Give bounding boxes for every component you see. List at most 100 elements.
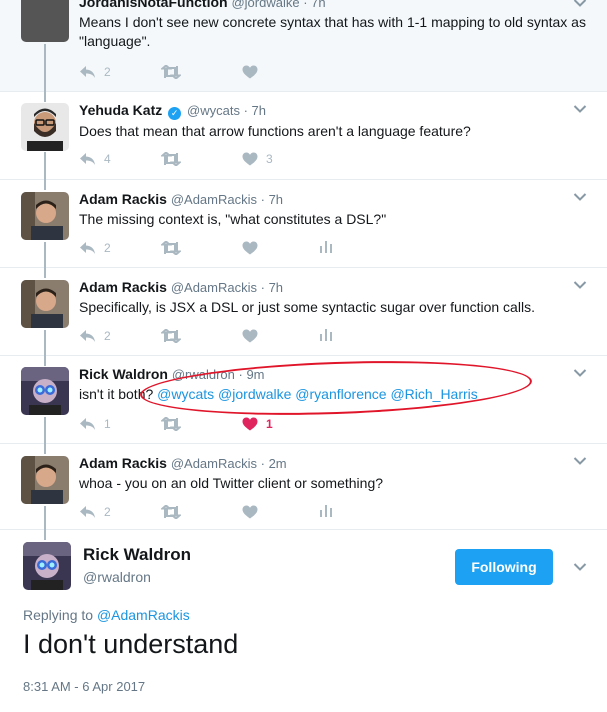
- avatar[interactable]: [21, 103, 69, 151]
- author-handle[interactable]: @rwaldron: [83, 569, 151, 585]
- reply-count: 1: [104, 417, 111, 431]
- replying-to-link[interactable]: @AdamRackis: [97, 607, 190, 623]
- reply-icon: [80, 153, 95, 165]
- tweet-text: Means I don't see new concrete syntax th…: [79, 14, 586, 49]
- author-name[interactable]: Adam Rackis: [79, 191, 167, 207]
- chevron-down-icon[interactable]: [573, 104, 587, 114]
- main-tweet: Rick Waldron @rwaldron Following Replyin…: [0, 530, 607, 712]
- like-button[interactable]: [242, 65, 258, 79]
- reply-count: 2: [104, 505, 111, 519]
- like-button[interactable]: [242, 241, 258, 255]
- analytics-button[interactable]: [320, 329, 332, 341]
- analytics-icon: [320, 329, 332, 341]
- retweet-button[interactable]: [161, 417, 181, 431]
- replying-to-label: Replying to: [23, 607, 97, 623]
- like-button[interactable]: 3: [242, 152, 273, 166]
- reply-button[interactable]: 2: [79, 241, 111, 255]
- tweet-time[interactable]: 2m: [269, 456, 287, 471]
- separator: ·: [257, 192, 269, 207]
- retweet-icon: [161, 241, 181, 255]
- separator: ·: [257, 456, 269, 471]
- like-button[interactable]: 1: [242, 417, 273, 431]
- tweet-text: Specifically, is JSX a DSL or just some …: [79, 299, 535, 315]
- tweet-text: Does that mean that arrow functions aren…: [79, 123, 471, 139]
- tweet-time[interactable]: 7h: [311, 0, 325, 10]
- tweet-header: Adam Rackis @AdamRackis · 2m: [79, 455, 287, 471]
- tweet-text: isn't it both? @wycats @jordwalke @ryanf…: [79, 385, 589, 404]
- author-handle[interactable]: @AdamRackis: [171, 280, 257, 295]
- tweet-header: JordanIsNotaFunction @jordwalke · 7h: [79, 0, 326, 10]
- author-name[interactable]: Rick Waldron: [83, 545, 191, 565]
- like-button[interactable]: [242, 329, 258, 343]
- analytics-button[interactable]: [320, 505, 332, 517]
- tweet[interactable]: Adam Rackis @AdamRackis · 7h The missing…: [0, 180, 607, 268]
- author-name[interactable]: Rick Waldron: [79, 366, 168, 382]
- tweet-timestamp[interactable]: 8:31 AM - 6 Apr 2017: [23, 679, 145, 694]
- avatar[interactable]: [21, 280, 69, 328]
- mention-links[interactable]: @wycats @jordwalke @ryanflorence @Rich_H…: [157, 386, 478, 402]
- reply-button[interactable]: 2: [79, 65, 111, 79]
- avatar[interactable]: [21, 0, 69, 42]
- reply-button[interactable]: 2: [79, 329, 111, 343]
- chevron-down-icon[interactable]: [573, 456, 587, 466]
- author-name[interactable]: Adam Rackis: [79, 455, 167, 471]
- tweet-time[interactable]: 7h: [269, 280, 283, 295]
- author-handle[interactable]: @rwaldron: [172, 367, 235, 382]
- separator: ·: [239, 103, 252, 118]
- tweet-text: The missing context is, "what constitute…: [79, 211, 387, 227]
- heart-icon: [242, 241, 258, 255]
- replying-to: Replying to @AdamRackis: [23, 607, 190, 623]
- tweet-header: Adam Rackis @AdamRackis · 7h: [79, 191, 283, 207]
- separator: ·: [299, 0, 312, 10]
- chevron-down-icon[interactable]: [573, 368, 587, 378]
- thread-line: [44, 242, 46, 278]
- author-handle[interactable]: @wycats: [187, 103, 240, 118]
- thread-line: [44, 152, 46, 190]
- retweet-button[interactable]: [161, 65, 181, 79]
- retweet-button[interactable]: [161, 505, 181, 519]
- tweet-time[interactable]: 7h: [252, 103, 266, 118]
- avatar[interactable]: [21, 192, 69, 240]
- author-name[interactable]: Yehuda Katz: [79, 102, 162, 118]
- retweet-button[interactable]: [161, 329, 181, 343]
- heart-icon: [242, 65, 258, 79]
- tweet[interactable]: JordanIsNotaFunction @jordwalke · 7h Mea…: [0, 0, 607, 92]
- analytics-button[interactable]: [320, 241, 332, 253]
- reply-icon: [80, 418, 95, 430]
- tweet[interactable]: Adam Rackis @AdamRackis · 2m whoa - you …: [0, 444, 607, 530]
- chevron-down-icon[interactable]: [573, 0, 587, 8]
- author-handle[interactable]: @AdamRackis: [171, 192, 257, 207]
- tweet[interactable]: Rick Waldron @rwaldron · 9m isn't it bot…: [0, 356, 607, 444]
- reply-icon: [80, 506, 95, 518]
- tweet[interactable]: Yehuda Katz ✓ @wycats · 7h Does that mea…: [0, 92, 607, 180]
- avatar[interactable]: [23, 542, 71, 590]
- tweet[interactable]: Adam Rackis @AdamRackis · 7h Specificall…: [0, 268, 607, 356]
- author-handle[interactable]: @AdamRackis: [171, 456, 257, 471]
- retweet-button[interactable]: [161, 152, 181, 166]
- chevron-down-icon[interactable]: [573, 192, 587, 202]
- separator: ·: [234, 367, 247, 382]
- tweet-time[interactable]: 9m: [246, 367, 264, 382]
- like-button[interactable]: [242, 505, 258, 519]
- tweet-time[interactable]: 7h: [269, 192, 283, 207]
- tweet-header: Rick Waldron @rwaldron · 9m: [79, 366, 265, 382]
- reply-count: 2: [104, 241, 111, 255]
- avatar[interactable]: [21, 367, 69, 415]
- reply-button[interactable]: 4: [79, 152, 111, 166]
- author-handle[interactable]: @jordwalke: [231, 0, 299, 10]
- author-name[interactable]: JordanIsNotaFunction: [79, 0, 228, 10]
- retweet-icon: [161, 505, 181, 519]
- tweet-header: Adam Rackis @AdamRackis · 7h: [79, 279, 283, 295]
- chevron-down-icon[interactable]: [573, 562, 587, 572]
- avatar[interactable]: [21, 456, 69, 504]
- reply-button[interactable]: 1: [79, 417, 111, 431]
- chevron-down-icon[interactable]: [573, 280, 587, 290]
- heart-icon: [242, 505, 258, 519]
- reply-button[interactable]: 2: [79, 505, 111, 519]
- following-button[interactable]: Following: [455, 549, 553, 585]
- reply-count: 2: [104, 329, 111, 343]
- thread-line: [44, 417, 46, 454]
- retweet-button[interactable]: [161, 241, 181, 255]
- tweet-header: Yehuda Katz ✓ @wycats · 7h: [79, 102, 266, 120]
- author-name[interactable]: Adam Rackis: [79, 279, 167, 295]
